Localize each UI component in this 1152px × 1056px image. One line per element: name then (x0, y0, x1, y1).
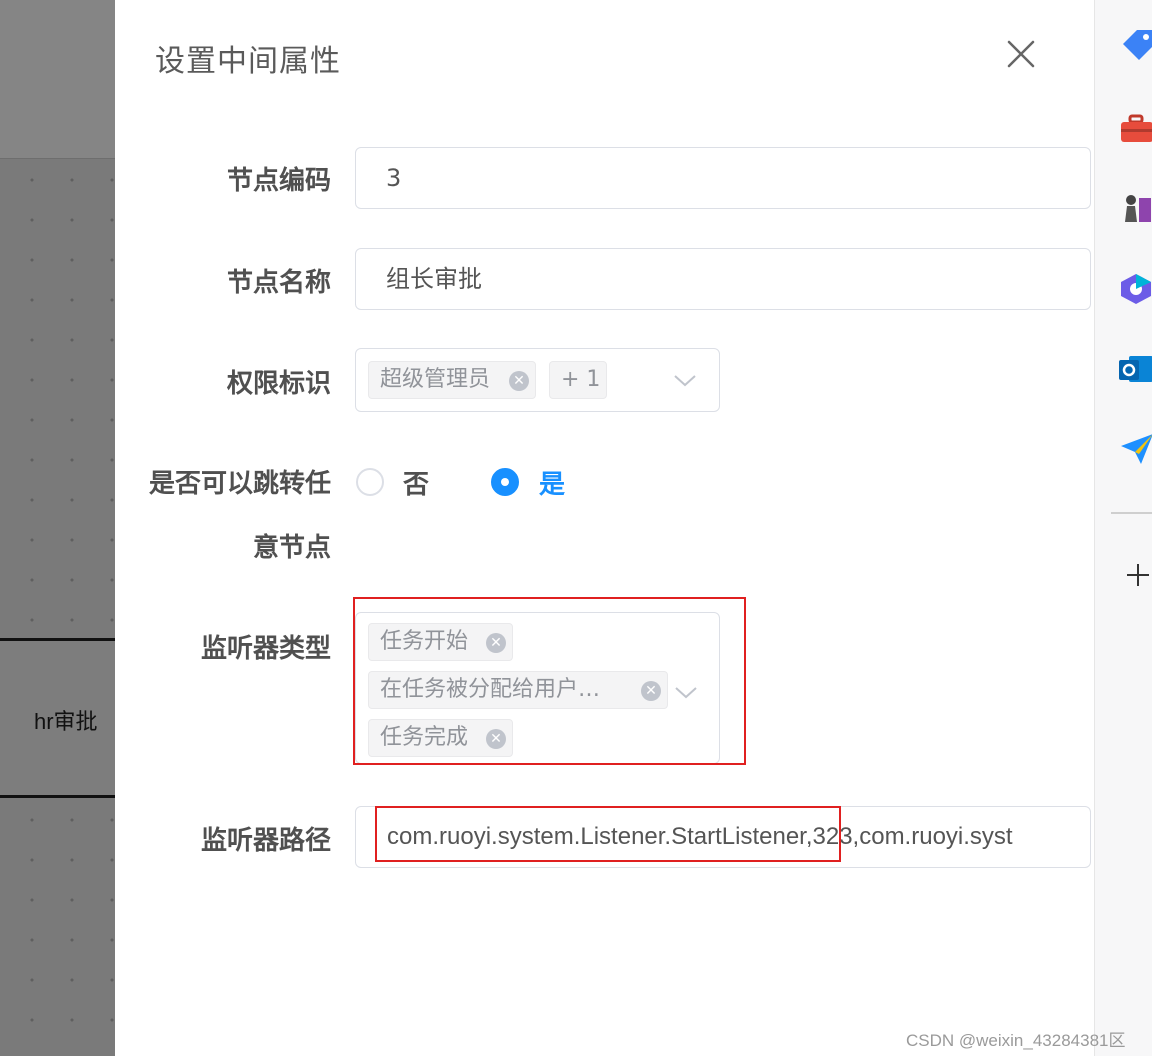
jump-label-line2: 意节点 (252, 533, 331, 563)
toolbar-divider (1111, 512, 1152, 514)
node-name-label: 节点名称 (226, 268, 331, 298)
flow-node-label: hr审批 (34, 709, 98, 734)
chess-icon[interactable] (1119, 192, 1152, 226)
permission-label: 权限标识 (226, 369, 331, 399)
tag-icon[interactable] (1119, 28, 1152, 62)
chevron-down-icon[interactable] (672, 373, 698, 389)
radio-no[interactable] (356, 468, 384, 496)
permission-select[interactable]: 超级管理员 ✕ + 1 (355, 348, 720, 412)
radio-yes-label[interactable]: 是 (539, 464, 565, 501)
permission-more-count: + 1 (561, 367, 601, 392)
outlook-icon[interactable] (1119, 352, 1152, 386)
permission-more-tag: + 1 (549, 361, 607, 399)
radio-yes[interactable] (491, 468, 519, 496)
highlight-box-listener-path (375, 806, 841, 862)
permission-tag-label: 超级管理员 (380, 367, 491, 392)
toolbox-icon[interactable] (1119, 112, 1152, 146)
properties-drawer: 设置中间属性 节点编码 3 节点名称 组长审批 权限标识 超级管理员 ✕ + 1… (115, 0, 1094, 1056)
radio-no-label[interactable]: 否 (403, 464, 429, 501)
jump-label-line1: 是否可以跳转任 (148, 469, 331, 499)
node-code-input[interactable]: 3 (355, 147, 1091, 209)
tag-close-icon[interactable]: ✕ (509, 371, 529, 391)
listener-type-label: 监听器类型 (200, 634, 331, 664)
node-code-label: 节点编码 (226, 166, 331, 196)
node-name-input[interactable]: 组长审批 (355, 248, 1091, 310)
send-icon[interactable] (1119, 432, 1152, 466)
canvas-toolbar-area (0, 0, 115, 159)
listener-path-label: 监听器路径 (200, 826, 331, 856)
copilot-icon[interactable] (1119, 272, 1152, 306)
drawer-title: 设置中间属性 (155, 44, 341, 79)
close-icon[interactable] (1003, 36, 1039, 72)
permission-tag: 超级管理员 ✕ (368, 361, 536, 399)
add-icon[interactable] (1125, 562, 1151, 588)
highlight-box-listener-type (353, 597, 746, 765)
right-toolbar (1094, 0, 1152, 1056)
watermark: CSDN @weixin_43284381区 (906, 1031, 1126, 1050)
